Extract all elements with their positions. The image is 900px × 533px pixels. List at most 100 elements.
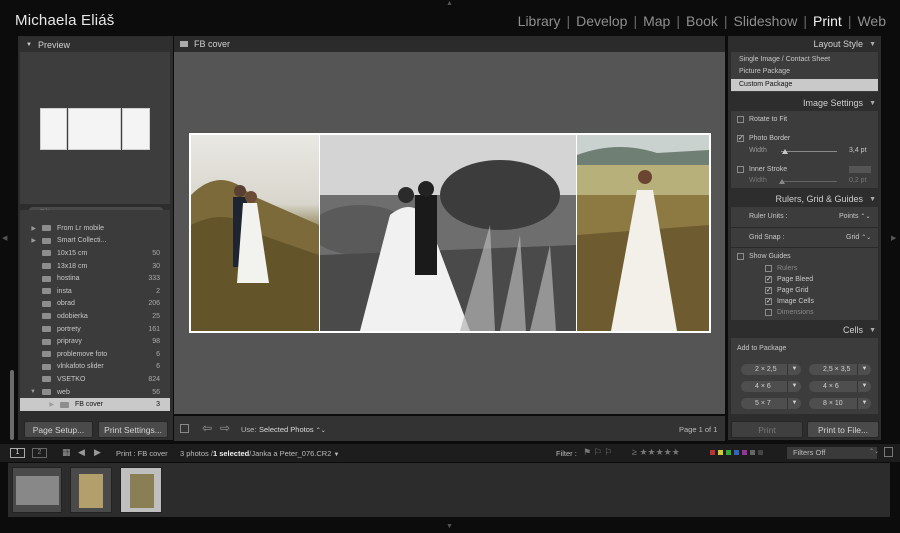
- grid-snap-select[interactable]: Grid ⌃⌄: [846, 234, 871, 241]
- ruler-units-select[interactable]: Points ⌃⌄: [839, 213, 870, 220]
- filmstrip-toolbar: 1 2 ▦ ◀ ▶ Print : FB cover 3 photos /1 s…: [0, 444, 900, 462]
- collection-row[interactable]: ▼ web 56: [20, 386, 170, 399]
- collection-row[interactable]: VSETKO 824: [20, 373, 170, 386]
- collection-row[interactable]: vlnkafoto slider 6: [20, 361, 170, 374]
- module-web[interactable]: Web: [851, 13, 892, 29]
- collection-row[interactable]: problemove foto 6: [20, 348, 170, 361]
- collection-name: web: [57, 388, 70, 396]
- slider-knob-icon[interactable]: [782, 149, 788, 154]
- filter-preset-select[interactable]: Filters Off: [787, 447, 877, 459]
- photo-cell-2[interactable]: [320, 135, 576, 331]
- module-develop[interactable]: Develop: [570, 13, 633, 29]
- guide-checkbox[interactable]: ✓: [765, 298, 772, 305]
- guide-checkbox[interactable]: ✓: [765, 287, 772, 294]
- left-scrollbar[interactable]: [10, 370, 14, 440]
- cells-header[interactable]: Cells ▼: [728, 323, 881, 338]
- module-map[interactable]: Map: [637, 13, 676, 29]
- primary-window-button[interactable]: 1: [10, 448, 25, 458]
- left-panel-toggle-icon[interactable]: ◀: [2, 234, 7, 242]
- disclosure-triangle-icon[interactable]: ▼: [20, 389, 42, 395]
- bottom-panel-toggle-icon[interactable]: ▼: [446, 523, 453, 530]
- print-collection-icon: [60, 401, 69, 408]
- filmstrip-thumbnail[interactable]: [12, 467, 62, 513]
- photo-border-checkbox[interactable]: ✓: [737, 135, 744, 142]
- filmstrip-source[interactable]: Print : FB cover: [116, 449, 168, 458]
- grid-view-icon[interactable]: ▦: [62, 447, 71, 458]
- page-setup-button[interactable]: Page Setup...: [24, 421, 93, 438]
- disclosure-triangle-icon[interactable]: ▶: [20, 225, 42, 232]
- image-settings-header[interactable]: Image Settings ▼: [728, 96, 881, 111]
- collection-row-selected[interactable]: ▶ FB cover 3: [20, 398, 170, 411]
- disclosure-triangle-icon[interactable]: ▶: [20, 401, 60, 408]
- guide-label: Rulers: [777, 265, 798, 272]
- collection-row[interactable]: 10x15 cm 50: [20, 247, 170, 260]
- slider-knob-icon[interactable]: [779, 179, 785, 184]
- module-print[interactable]: Print: [807, 13, 848, 29]
- back-arrow-icon[interactable]: ◀: [78, 447, 85, 458]
- guide-checkbox[interactable]: [765, 265, 772, 272]
- print-to-file-button[interactable]: Print to File...: [807, 421, 879, 438]
- guide-checkbox[interactable]: ✓: [765, 276, 772, 283]
- layout-style-header[interactable]: Layout Style ▼: [728, 37, 881, 52]
- color-label-filter[interactable]: [710, 450, 763, 455]
- rotate-to-fit-checkbox[interactable]: [737, 116, 744, 123]
- flag-filter-icon[interactable]: ⚑ ⚐ ⚐: [583, 447, 612, 458]
- photo-count: 3 photos /1 selected/Janka a Peter_076.C…: [180, 449, 340, 458]
- inner-stroke-width-slider[interactable]: [781, 181, 837, 182]
- module-slideshow[interactable]: Slideshow: [728, 13, 804, 29]
- photo-border-width-value[interactable]: 3,4 pt: [849, 147, 867, 154]
- top-panel-toggle-icon[interactable]: ▲: [446, 0, 453, 7]
- cell-size-button[interactable]: 2,5 × 3,5 ▼: [809, 364, 871, 375]
- cell-size-button[interactable]: 4 × 6 ▼: [809, 381, 871, 392]
- layout-picture-package[interactable]: Picture Package: [739, 68, 790, 75]
- print-button[interactable]: Print: [731, 421, 803, 438]
- filmstrip-thumbnail-selected[interactable]: [120, 467, 162, 513]
- collection-row[interactable]: 13x18 cm 30: [20, 260, 170, 273]
- print-toolbar: ⇦ ⇨ Use: Selected Photos ⌃⌄ Page 1 of 1: [174, 416, 725, 441]
- collection-count: 161: [148, 325, 160, 333]
- preview-header[interactable]: ▼ Preview: [20, 37, 170, 52]
- disclosure-triangle-icon[interactable]: ▶: [20, 237, 42, 244]
- show-page-icon[interactable]: [180, 424, 189, 433]
- show-guides-checkbox[interactable]: [737, 253, 744, 260]
- rulers-grid-guides-header[interactable]: Rulers, Grid & Guides ▼: [728, 192, 881, 207]
- inner-stroke-color-swatch[interactable]: [849, 166, 871, 173]
- rating-filter-icon[interactable]: ≥ ★★★★★: [632, 447, 680, 458]
- collection-row[interactable]: obrad 206: [20, 298, 170, 311]
- cell-size-button[interactable]: 5 × 7 ▼: [741, 398, 801, 409]
- collection-row[interactable]: ▶ Smart Collecti...: [20, 235, 170, 248]
- dropdown-arrow-icon: ▼: [857, 381, 871, 392]
- right-panel-toggle-icon[interactable]: ▶: [891, 234, 896, 242]
- use-select[interactable]: Selected Photos ⌃⌄: [259, 425, 326, 434]
- collection-row[interactable]: ▶ From Lr mobile: [20, 222, 170, 235]
- secondary-window-button[interactable]: 2: [32, 448, 47, 458]
- collection-row[interactable]: pripravy 98: [20, 335, 170, 348]
- cell-size-button[interactable]: 4 × 6 ▼: [741, 381, 801, 392]
- forward-arrow-icon[interactable]: ▶: [94, 447, 101, 458]
- module-library[interactable]: Library: [512, 13, 567, 29]
- bw-couple-thumbnail: [16, 476, 59, 505]
- cell-size-button[interactable]: 2 × 2,5 ▼: [741, 364, 801, 375]
- collection-row[interactable]: hostina 333: [20, 272, 170, 285]
- photo-cell-1[interactable]: [191, 135, 319, 331]
- collection-row[interactable]: odobierka 25: [20, 310, 170, 323]
- inner-stroke-checkbox[interactable]: [737, 166, 744, 173]
- photo-border-width-slider[interactable]: [781, 151, 837, 152]
- print-settings-button[interactable]: Print Settings...: [98, 421, 168, 438]
- lock-filter-icon[interactable]: [884, 447, 893, 457]
- collection-row[interactable]: portrety 161: [20, 323, 170, 336]
- layout-single-image[interactable]: Single Image / Contact Sheet: [739, 56, 830, 63]
- inner-stroke-width-value[interactable]: 0,2 pt: [849, 177, 867, 184]
- collapse-triangle-icon: ▼: [26, 41, 32, 48]
- module-book[interactable]: Book: [680, 13, 724, 29]
- filmstrip-thumbnail[interactable]: [70, 467, 112, 513]
- collection-count: 25: [152, 312, 160, 320]
- page-info: Page 1 of 1: [679, 425, 718, 434]
- layout-custom-package[interactable]: Custom Package: [731, 79, 878, 91]
- next-page-icon[interactable]: ⇨: [220, 421, 230, 435]
- collection-row[interactable]: insta 2: [20, 285, 170, 298]
- guide-checkbox[interactable]: [765, 309, 772, 316]
- photo-cell-3[interactable]: [577, 135, 709, 331]
- prev-page-icon[interactable]: ⇦: [202, 421, 212, 435]
- cell-size-button[interactable]: 8 × 10 ▼: [809, 398, 871, 409]
